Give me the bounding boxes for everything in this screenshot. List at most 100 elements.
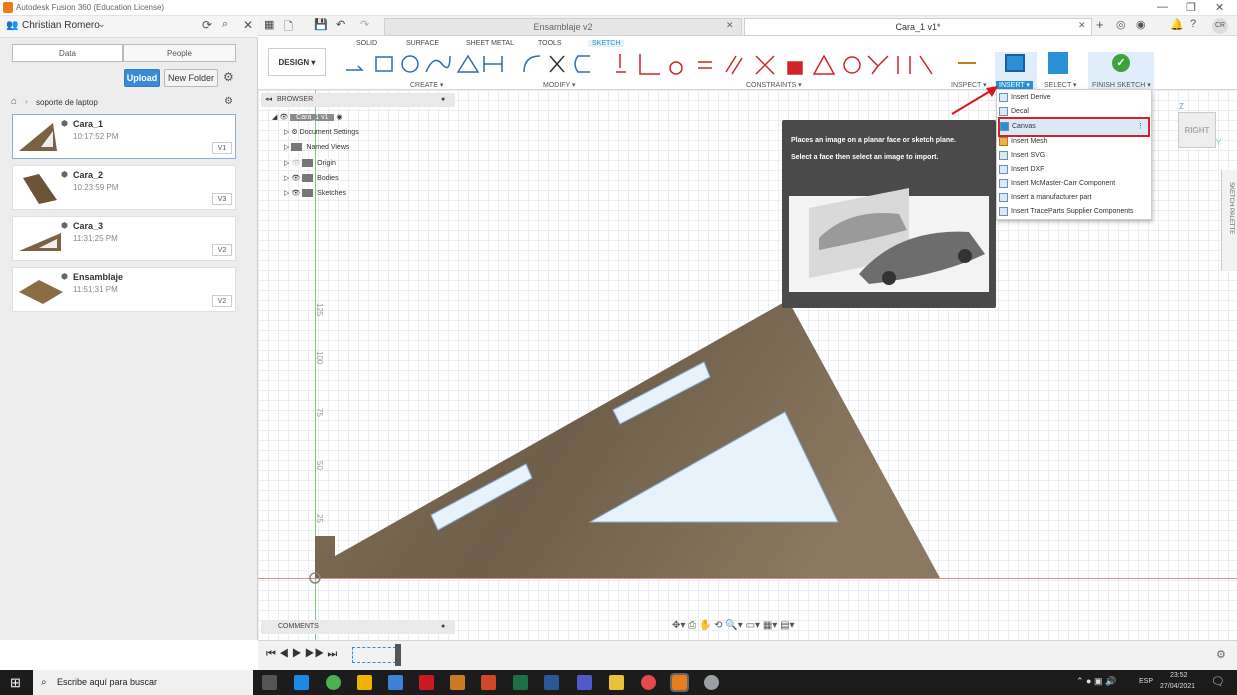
modify-tools[interactable] xyxy=(520,52,600,76)
task-view-icon[interactable] xyxy=(262,675,277,690)
browser-node[interactable]: ▷ 👁 Sketches xyxy=(284,187,346,201)
system-tray-icons[interactable]: ⌃ ● ▣ 🔊 xyxy=(1076,676,1116,687)
browser-node[interactable]: ▷ 👁 Bodies xyxy=(284,172,339,186)
more-options-icon[interactable]: ⋮ xyxy=(1137,119,1144,135)
file-explorer-icon[interactable] xyxy=(357,675,372,690)
menu-item-mcmaster[interactable]: Insert McMaster-Carr Component xyxy=(999,177,1149,191)
tab-solid[interactable]: SOLID xyxy=(356,40,377,47)
sketch-palette-tab[interactable]: SKETCH PALETTE xyxy=(1221,170,1237,270)
save-icon[interactable]: 💾 xyxy=(314,18,328,31)
clock-date[interactable]: 27/04/2021 xyxy=(1160,683,1195,690)
viewcube[interactable]: RIGHT xyxy=(1178,112,1216,148)
upload-button[interactable]: Upload xyxy=(124,69,160,87)
file-card[interactable]: ⬢ Cara_2 10:23:59 PM V3 xyxy=(12,165,236,210)
version-badge[interactable]: V2 xyxy=(212,295,232,307)
create-group-label[interactable]: CREATE ▾ xyxy=(410,81,443,89)
constraints-tools[interactable] xyxy=(616,50,936,78)
tab-sheet-metal[interactable]: SHEET METAL xyxy=(466,40,514,47)
comments-panel-header[interactable]: COMMENTS ● xyxy=(261,620,455,634)
extensions-icon[interactable]: ◎ xyxy=(1116,18,1126,31)
menu-item-insert-mesh[interactable]: Insert Mesh xyxy=(999,135,1149,149)
gear-icon[interactable]: ⚙ xyxy=(223,70,234,84)
tab-cara-1[interactable]: Cara_1 v1* xyxy=(744,18,1092,36)
breadcrumb-project[interactable]: soporte de laptop xyxy=(36,98,98,107)
chevron-down-icon[interactable]: ⌄ xyxy=(98,19,106,30)
file-menu-icon[interactable]: 🗋 xyxy=(284,18,293,37)
menu-item-insert-svg[interactable]: Insert SVG xyxy=(999,149,1149,163)
comments-add-icon[interactable]: ● xyxy=(441,620,445,634)
add-tab-icon[interactable]: + xyxy=(1096,17,1104,32)
tab-surface[interactable]: SURFACE xyxy=(406,40,439,47)
select-group-label[interactable]: SELECT ▾ xyxy=(1044,81,1077,89)
new-folder-button[interactable]: New Folder xyxy=(164,69,218,87)
collapse-icon[interactable]: ◂◂ xyxy=(265,96,272,103)
user-name[interactable]: Christian Romero xyxy=(22,20,100,31)
browser-root[interactable]: ◢ 👁 Cara_1 v1 ◉ xyxy=(272,111,343,125)
project-settings-icon[interactable]: ⚙ xyxy=(224,96,233,107)
chrome-icon[interactable] xyxy=(326,675,341,690)
modify-group-label[interactable]: MODIFY ▾ xyxy=(543,81,576,89)
app-icon[interactable] xyxy=(450,675,465,690)
timeline-feature-icon[interactable] xyxy=(352,647,396,663)
tab-sketch[interactable]: SKETCH xyxy=(588,40,625,47)
browser-pin-icon[interactable]: ● xyxy=(441,93,445,107)
workspace-switcher[interactable]: DESIGN ▾ xyxy=(268,48,326,76)
taskbar-search[interactable]: ⌕ Escribe aquí para buscar xyxy=(33,670,253,695)
eye-hidden-icon[interactable]: 👁 xyxy=(291,160,300,167)
notification-center-icon[interactable]: 🗨 xyxy=(1211,675,1225,688)
select-cursor-icon[interactable] xyxy=(1048,52,1068,74)
constraints-group-label[interactable]: CONSTRAINTS ▾ xyxy=(746,81,802,89)
create-tools[interactable] xyxy=(344,52,514,76)
excel-icon[interactable] xyxy=(513,675,528,690)
close-tab-icon[interactable]: ✕ xyxy=(1078,20,1086,31)
close-tab-icon[interactable]: ✕ xyxy=(726,20,734,31)
edge-icon[interactable] xyxy=(294,675,309,690)
file-card[interactable]: ⬢ Cara_3 11:31:25 PM V2 xyxy=(12,216,236,261)
measure-icon[interactable] xyxy=(958,56,976,64)
acrobat-icon[interactable] xyxy=(419,675,434,690)
store-icon[interactable] xyxy=(388,675,403,690)
job-status-icon[interactable]: ◉ xyxy=(1136,18,1146,31)
undo-icon[interactable]: ↶ xyxy=(336,18,345,31)
tab-data[interactable]: Data xyxy=(12,44,123,62)
refresh-icon[interactable]: ⟳ xyxy=(202,18,212,32)
word-icon[interactable] xyxy=(544,675,559,690)
sticky-notes-icon[interactable] xyxy=(609,675,624,690)
close-icon[interactable]: ✕ xyxy=(1215,1,1224,14)
finish-sketch-label[interactable]: FINISH SKETCH ▾ xyxy=(1092,81,1151,89)
notifications-icon[interactable]: 🔔 xyxy=(1170,18,1184,31)
eye-icon[interactable]: 👁 xyxy=(291,175,300,182)
tab-ensamblaje[interactable]: Ensamblaje v2 xyxy=(384,18,742,36)
app-icon[interactable] xyxy=(704,675,719,690)
help-icon[interactable]: ? xyxy=(1190,18,1196,30)
language-indicator[interactable]: ESP xyxy=(1139,678,1153,685)
grid-menu-icon[interactable]: ▦ xyxy=(264,18,274,31)
menu-item-insert-derive[interactable]: Insert Derive xyxy=(999,91,1149,105)
tab-people[interactable]: People xyxy=(123,44,236,62)
insert-group-label[interactable]: INSERT ▾ xyxy=(996,81,1033,89)
minimize-icon[interactable]: — xyxy=(1157,1,1168,13)
browser-panel-header[interactable]: ◂◂ BROWSER ● xyxy=(261,93,455,107)
timeline-settings-icon[interactable]: ⚙ xyxy=(1216,648,1226,661)
fusion-taskbar-icon[interactable] xyxy=(670,673,689,692)
browser-node[interactable]: ▷ ⚙ Document Settings xyxy=(284,126,359,140)
timeline-marker[interactable] xyxy=(395,644,401,666)
menu-item-manufacturer-part[interactable]: Insert a manufacturer part xyxy=(999,191,1149,205)
browser-node[interactable]: ▷ Named Views xyxy=(284,141,349,155)
avatar[interactable]: CR xyxy=(1212,18,1228,34)
menu-item-insert-dxf[interactable]: Insert DXF xyxy=(999,163,1149,177)
version-badge[interactable]: V3 xyxy=(212,193,232,205)
version-badge[interactable]: V1 xyxy=(212,142,232,154)
radio-icon[interactable]: ◉ xyxy=(336,114,342,121)
clock-time[interactable]: 23:52 xyxy=(1170,672,1188,679)
search-icon[interactable]: ⌕ xyxy=(222,18,228,31)
maximize-icon[interactable]: ❐ xyxy=(1186,1,1196,14)
menu-item-canvas[interactable]: Canvas ⋮ xyxy=(998,117,1150,137)
redo-icon[interactable]: ↷ xyxy=(360,18,369,31)
powerpoint-icon[interactable] xyxy=(481,675,496,690)
windows-start-icon[interactable]: ⊞ xyxy=(10,675,21,691)
version-badge[interactable]: V2 xyxy=(212,244,232,256)
file-card[interactable]: ⬢ Cara_1 10:17:52 PM V1 xyxy=(12,114,236,159)
browser-node[interactable]: ▷ 👁 Origin xyxy=(284,157,336,171)
browser-app-icon[interactable] xyxy=(641,675,656,690)
